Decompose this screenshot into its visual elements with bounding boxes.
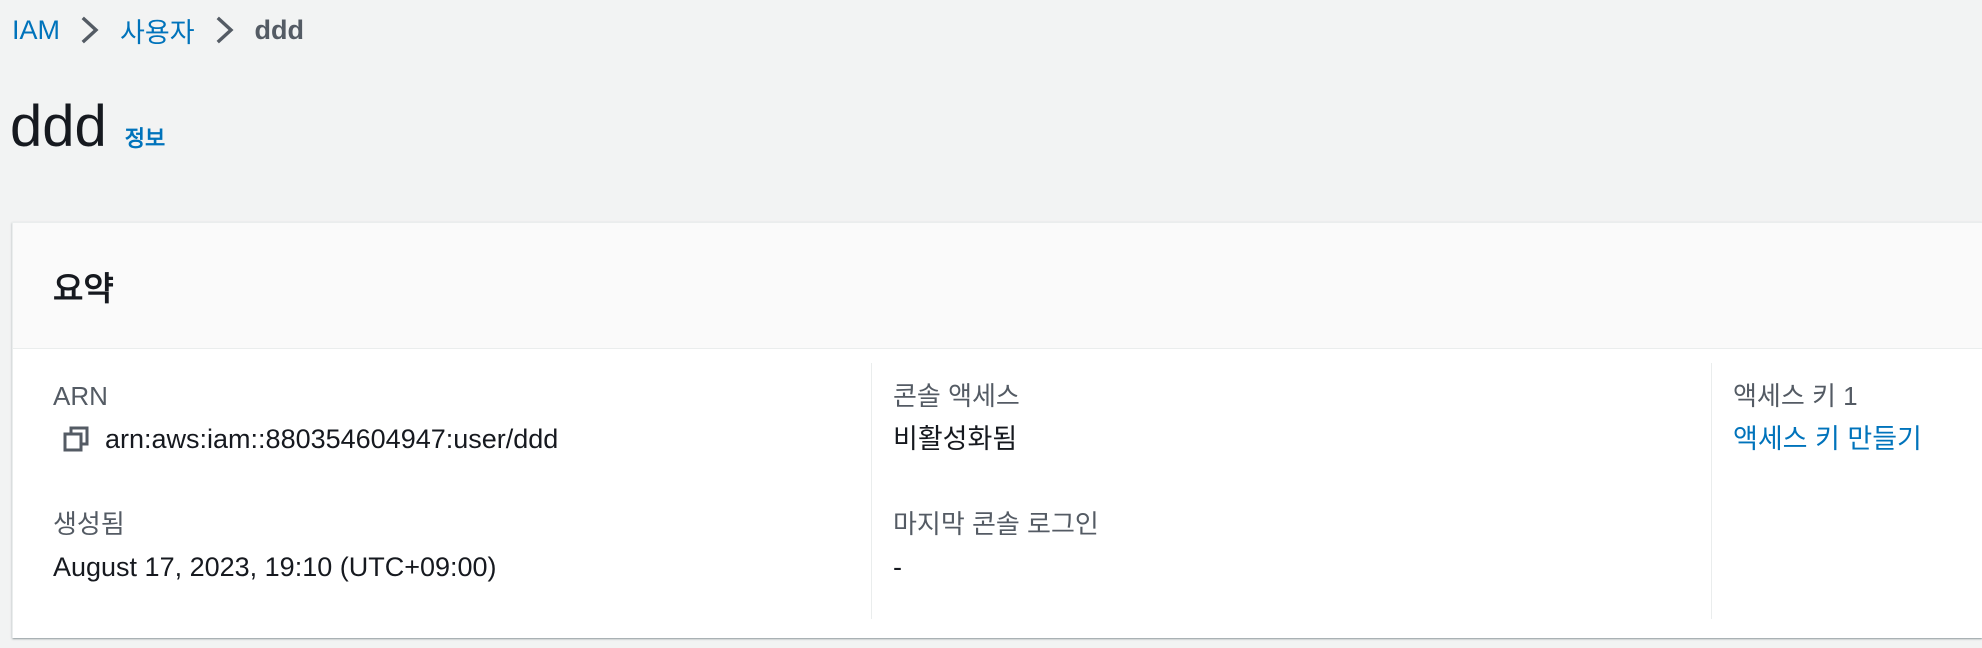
created-field: 생성됨 August 17, 2023, 19:10 (UTC+09:00) [53,507,497,585]
copy-icon[interactable] [59,422,93,456]
breadcrumb: IAM 사용자 ddd [12,10,304,50]
arn-label: ARN [53,381,108,411]
summary-title: 요약 [53,269,114,307]
arn-value: arn:aws:iam::880354604947:user/ddd [105,424,559,454]
created-label: 생성됨 [53,509,125,539]
access-key-label: 액세스 키 1 [1733,381,1858,411]
create-access-key-link[interactable]: 액세스 키 만들기 [1733,421,1922,457]
breadcrumb-users-link[interactable]: 사용자 [120,11,195,50]
breadcrumb-iam-link[interactable]: IAM [12,15,60,46]
page-header: ddd 정보 [10,92,165,162]
last-console-login-value: - [893,552,902,582]
chevron-right-icon [203,10,247,50]
info-link[interactable]: 정보 [125,121,165,153]
console-access-label: 콘솔 액세스 [893,381,1020,411]
summary-panel-header: 요약 [13,223,1982,349]
access-key-field: 액세스 키 1 액세스 키 만들기 [1733,379,1922,457]
created-value: August 17, 2023, 19:10 (UTC+09:00) [53,552,497,582]
console-access-field: 콘솔 액세스 비활성화됨 [893,379,1020,457]
arn-value-row: arn:aws:iam::880354604947:user/ddd [53,421,558,457]
summary-panel: 요약 ARN arn:aws:iam::880354604947:user/dd… [12,222,1982,638]
chevron-right-icon [68,10,112,50]
column-divider [871,363,872,619]
page-title: ddd [10,94,107,159]
breadcrumb-current: ddd [254,14,305,45]
console-access-value: 비활성화됨 [893,424,1018,454]
last-console-login-field: 마지막 콘솔 로그인 - [893,507,1099,585]
arn-field: ARN arn:aws:iam::880354604947:user/ddd [53,379,558,457]
last-console-login-label: 마지막 콘솔 로그인 [893,509,1099,539]
column-divider [1711,363,1712,619]
summary-panel-body: ARN arn:aws:iam::880354604947:user/ddd 생… [13,349,1982,639]
